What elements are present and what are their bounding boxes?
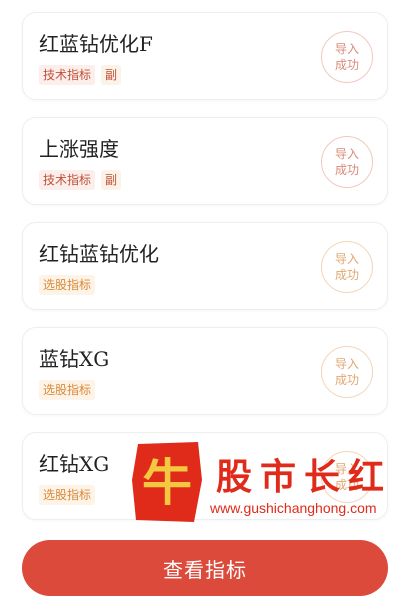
view-indicators-button[interactable]: 查看指标	[22, 540, 388, 596]
tag-sub: 副	[101, 65, 122, 85]
stamp-line2: 成功	[334, 373, 359, 387]
stamp-line1: 导入	[334, 42, 359, 56]
indicator-title: 上涨强度	[39, 137, 119, 161]
import-success-stamp: 导入 成功	[321, 241, 373, 293]
stamp-line1: 导入	[334, 252, 359, 266]
tag-group: 技术指标 副	[39, 65, 122, 85]
tag-stock-pick: 选股指标	[39, 380, 96, 400]
watermark: 牛 股市长红 www.gushichanghong.com	[128, 440, 409, 530]
import-success-stamp: 导入 成功	[321, 136, 373, 188]
indicator-title: 红蓝钻优化F	[39, 32, 153, 56]
tag-sub: 副	[101, 170, 122, 190]
indicator-title: 红钻蓝钻优化	[39, 242, 159, 266]
stamp-line1: 导入	[334, 147, 359, 161]
tag-technical: 技术指标	[39, 170, 96, 190]
watermark-logo-char: 牛	[142, 453, 192, 512]
watermark-logo-icon: 牛	[132, 442, 202, 522]
stamp-line2: 成功	[334, 268, 359, 282]
tag-group: 选股指标	[39, 485, 96, 505]
indicator-title: 红钻XG	[39, 452, 110, 476]
import-success-stamp: 导入 成功	[321, 31, 373, 83]
stamp-line2: 成功	[334, 58, 359, 72]
indicator-card[interactable]: 红蓝钻优化F 技术指标 副 导入 成功	[22, 12, 388, 100]
tag-stock-pick: 选股指标	[39, 275, 96, 295]
tag-group: 技术指标 副	[39, 170, 122, 190]
tag-group: 选股指标	[39, 380, 96, 400]
stamp-line2: 成功	[334, 163, 359, 177]
indicator-card[interactable]: 蓝钻XG 选股指标 导入 成功	[22, 327, 388, 415]
indicator-title: 蓝钻XG	[39, 347, 110, 371]
tag-group: 选股指标	[39, 275, 96, 295]
tag-technical: 技术指标	[39, 65, 96, 85]
tag-stock-pick: 选股指标	[39, 485, 96, 505]
indicator-card[interactable]: 上涨强度 技术指标 副 导入 成功	[22, 117, 388, 205]
import-success-stamp: 导入 成功	[321, 346, 373, 398]
watermark-title: 股市长红	[216, 456, 393, 498]
stamp-line1: 导入	[334, 357, 359, 371]
watermark-url: www.gushichanghong.com	[210, 500, 377, 516]
indicator-card[interactable]: 红钻蓝钻优化 选股指标 导入 成功	[22, 222, 388, 310]
